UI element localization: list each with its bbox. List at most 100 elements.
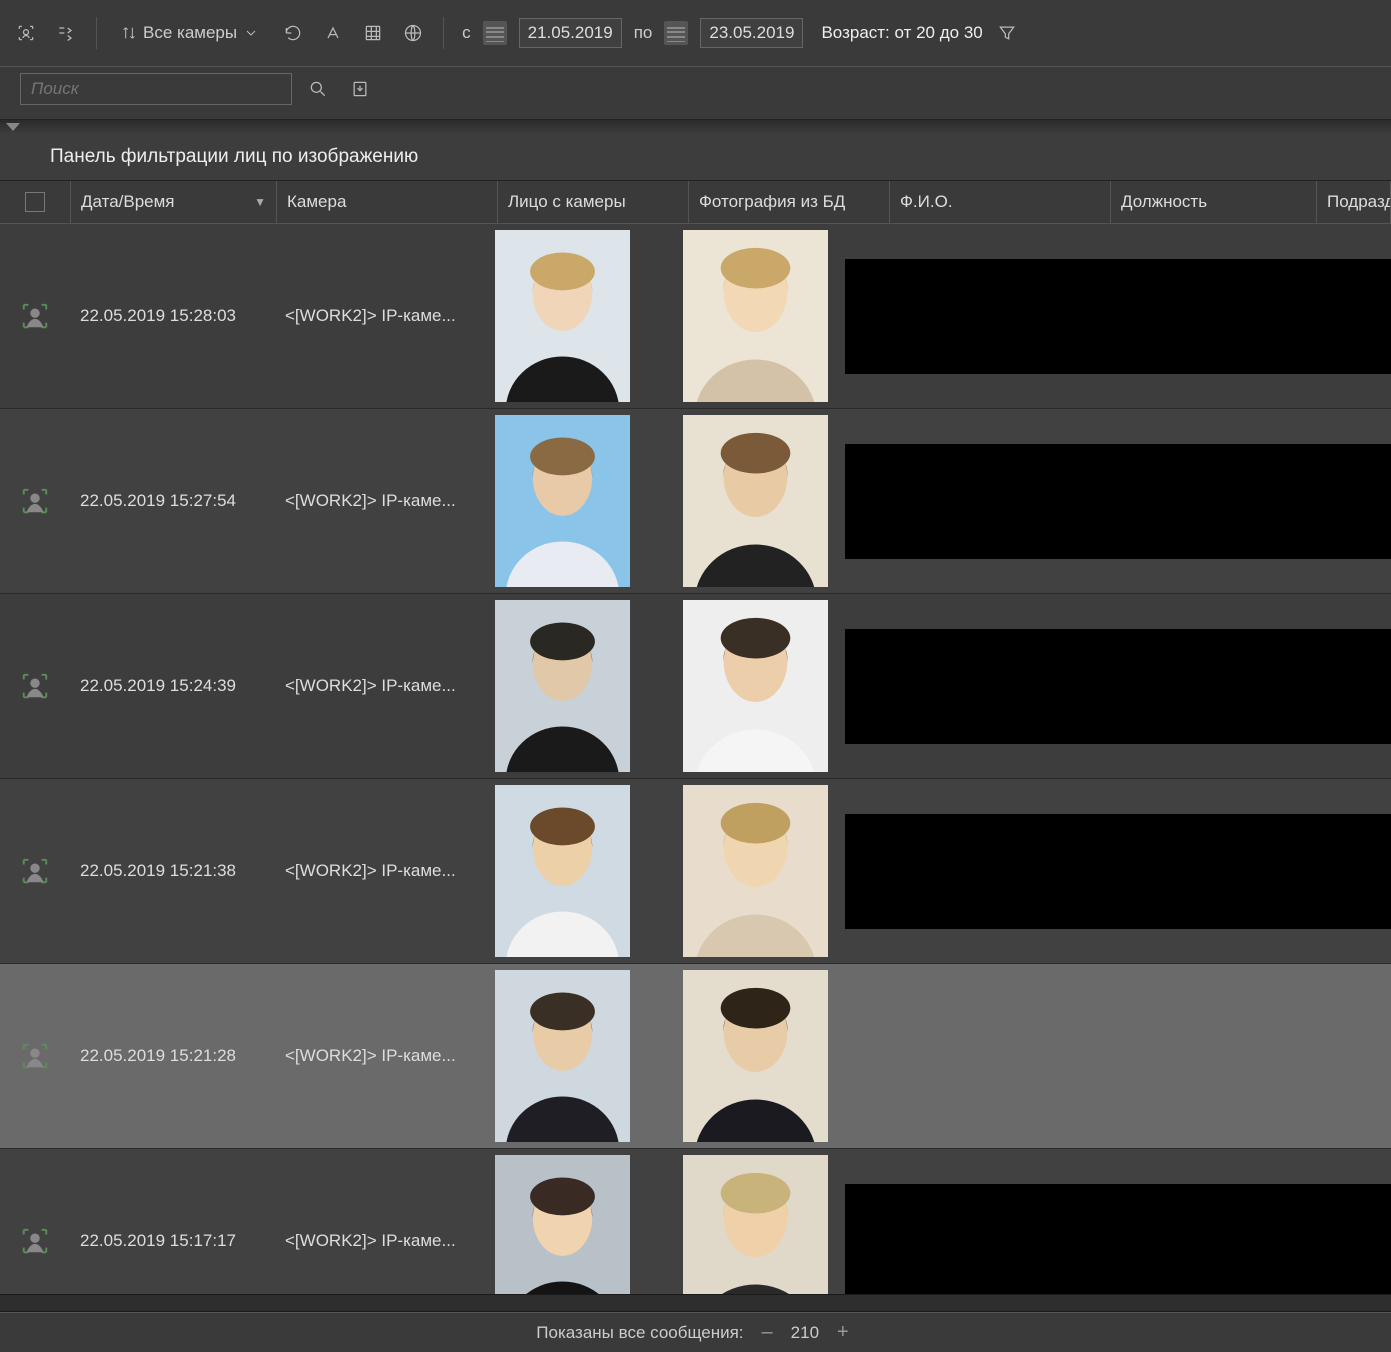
col-department[interactable]: Подразделение: [1317, 181, 1391, 223]
divider: [443, 17, 444, 49]
checkbox-all[interactable]: [25, 192, 45, 212]
toolbar-search: [0, 67, 1391, 120]
db-thumbnail[interactable]: [683, 1155, 828, 1294]
face-thumbnail[interactable]: [495, 1155, 630, 1294]
redacted-block: [845, 1184, 1045, 1295]
cell-datetime: 22.05.2019 15:28:03: [70, 224, 275, 408]
face-detected-icon: [20, 856, 50, 886]
table-row[interactable]: 22.05.2019 15:28:03 <[WORK2]> IP-каме...: [0, 224, 1391, 409]
decrement-button[interactable]: –: [756, 1321, 779, 1344]
date-from-input[interactable]: 21.05.2019: [519, 18, 622, 48]
table-body[interactable]: 22.05.2019 15:28:03 <[WORK2]> IP-каме...…: [0, 224, 1391, 1294]
cell-fio: [845, 413, 1045, 589]
db-thumbnail[interactable]: [683, 415, 828, 587]
footer-bar: Показаны все сообщения: – 210 +: [0, 1312, 1391, 1352]
camera-dropdown-label: Все камеры: [143, 23, 237, 43]
cell-fio: [845, 783, 1045, 959]
redacted-block: [1230, 629, 1391, 744]
cell-camera: <[WORK2]> IP-каме...: [275, 1149, 495, 1294]
chevron-down-icon: [243, 25, 259, 41]
face-detected-icon: [20, 1041, 50, 1071]
table-row[interactable]: 22.05.2019 15:17:17 <[WORK2]> IP-каме...: [0, 1149, 1391, 1294]
export-button[interactable]: [344, 73, 376, 105]
table-header: Дата/Время▼ Камера Лицо с камеры Фотогра…: [0, 181, 1391, 224]
redacted-block: [1045, 814, 1230, 929]
sort-desc-icon: ▼: [254, 195, 266, 209]
redacted-block: [1045, 629, 1230, 744]
cell-face-camera: [495, 781, 665, 961]
table-row[interactable]: 22.05.2019 15:21:28 <[WORK2]> IP-каме...: [0, 964, 1391, 1149]
cell-position: [1045, 1153, 1230, 1294]
search-button[interactable]: [302, 73, 334, 105]
globe-button[interactable]: [397, 17, 429, 49]
cell-face-camera: [495, 1151, 665, 1294]
db-thumbnail[interactable]: [683, 600, 828, 772]
face-thumbnail[interactable]: [495, 600, 630, 772]
col-face[interactable]: Лицо с камеры: [498, 181, 689, 223]
cell-datetime: 22.05.2019 15:21:38: [70, 779, 275, 963]
calendar-icon[interactable]: [664, 21, 688, 45]
date-to-input[interactable]: 23.05.2019: [700, 18, 803, 48]
grid-button[interactable]: [357, 17, 389, 49]
camera-dropdown[interactable]: Все камеры: [111, 19, 269, 47]
cell-face-camera: [495, 226, 665, 406]
panel-title: Панель фильтрации лиц по изображению: [0, 134, 1391, 181]
table-row[interactable]: 22.05.2019 15:27:54 <[WORK2]> IP-каме...: [0, 409, 1391, 594]
row-icon-cell: [0, 964, 70, 1148]
cell-position: [1045, 968, 1230, 1144]
row-icon-cell: [0, 779, 70, 963]
db-thumbnail[interactable]: [683, 970, 828, 1142]
redacted-block: [845, 259, 1045, 374]
horizontal-scrollbar[interactable]: [0, 1294, 1391, 1312]
redacted-block: [1045, 444, 1230, 559]
cell-position: [1045, 783, 1230, 959]
cell-datetime: 22.05.2019 15:21:28: [70, 964, 275, 1148]
cell-camera: <[WORK2]> IP-каме...: [275, 779, 495, 963]
col-datetime[interactable]: Дата/Время▼: [71, 181, 277, 223]
redacted-block: [1045, 999, 1230, 1114]
cell-face-db: [665, 966, 845, 1146]
cell-datetime: 22.05.2019 15:27:54: [70, 409, 275, 593]
db-thumbnail[interactable]: [683, 785, 828, 957]
redacted-block: [1230, 814, 1391, 929]
col-checkbox[interactable]: [0, 181, 71, 223]
cell-department: [1230, 968, 1391, 1144]
face-detected-icon: [20, 671, 50, 701]
age-filter-label: Возраст: от 20 до 30: [821, 23, 982, 43]
cell-department: [1230, 413, 1391, 589]
col-dbphoto[interactable]: Фотография из БД: [689, 181, 890, 223]
increment-button[interactable]: +: [831, 1321, 855, 1344]
face-thumbnail[interactable]: [495, 230, 630, 402]
redacted-block: [1230, 999, 1391, 1114]
col-fio[interactable]: Ф.И.О.: [890, 181, 1111, 223]
face-thumbnail[interactable]: [495, 415, 630, 587]
col-camera[interactable]: Камера: [277, 181, 498, 223]
cell-department: [1230, 783, 1391, 959]
refresh-button[interactable]: [277, 17, 309, 49]
col-position[interactable]: Должность: [1111, 181, 1317, 223]
redacted-block: [845, 999, 1045, 1114]
divider: [96, 17, 97, 49]
cell-camera: <[WORK2]> IP-каме...: [275, 594, 495, 778]
face-thumbnail[interactable]: [495, 970, 630, 1142]
table-row[interactable]: 22.05.2019 15:21:38 <[WORK2]> IP-каме...: [0, 779, 1391, 964]
cell-face-db: [665, 1151, 845, 1294]
collapse-handle[interactable]: [0, 120, 1391, 134]
row-icon-cell: [0, 1149, 70, 1294]
cell-fio: [845, 968, 1045, 1144]
cell-face-camera: [495, 966, 665, 1146]
calendar-icon[interactable]: [483, 21, 507, 45]
text-button[interactable]: [317, 17, 349, 49]
search-input[interactable]: [20, 73, 292, 105]
compare-button[interactable]: [50, 17, 82, 49]
date-to-label: по: [634, 23, 653, 43]
face-detect-button[interactable]: [10, 17, 42, 49]
table-row[interactable]: 22.05.2019 15:24:39 <[WORK2]> IP-каме...: [0, 594, 1391, 779]
db-thumbnail[interactable]: [683, 230, 828, 402]
face-thumbnail[interactable]: [495, 785, 630, 957]
filter-button[interactable]: [991, 17, 1023, 49]
cell-fio: [845, 228, 1045, 404]
cell-camera: <[WORK2]> IP-каме...: [275, 409, 495, 593]
redacted-block: [1230, 1184, 1391, 1295]
cell-camera: <[WORK2]> IP-каме...: [275, 964, 495, 1148]
